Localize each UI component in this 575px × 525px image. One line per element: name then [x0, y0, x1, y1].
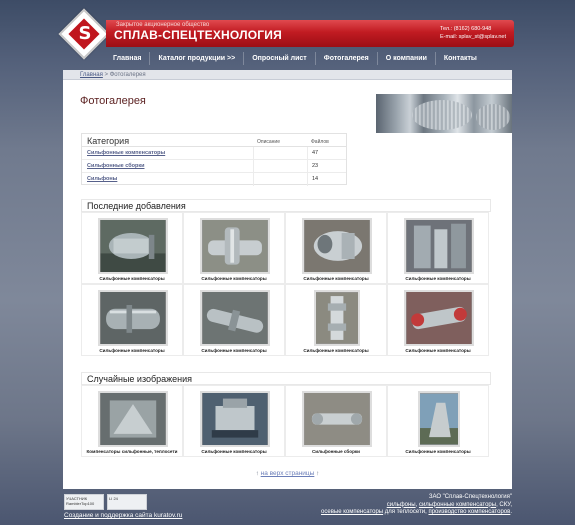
- footer-text: .: [510, 509, 512, 515]
- gallery-item: Сильфонные компенсаторы: [285, 284, 387, 356]
- category-count: 14: [312, 176, 319, 182]
- category-row: Сильфонные сборки 23: [82, 160, 346, 173]
- gallery-item: Компенсаторы сильфонные, теплосети: [81, 385, 183, 457]
- category-heading: Категория: [87, 136, 130, 146]
- gallery-caption: Сильфонные компенсаторы: [201, 276, 267, 281]
- gallery-item: Сильфонные компенсаторы: [81, 284, 183, 356]
- header-contacts: Тел.: (8162) 680-948 E-mail: splav_st@sp…: [440, 25, 506, 41]
- nav-item-about[interactable]: О компании: [378, 52, 436, 65]
- footer-info: ЗАО "Сплав-Спецтехнология" сильфоны, сил…: [252, 494, 512, 517]
- footer-line-3: осевые компенсаторы для теплосети, произ…: [252, 509, 512, 517]
- gallery-caption: Сильфонные компенсаторы: [99, 276, 165, 281]
- footer-link-bellows[interactable]: сильфоны: [387, 502, 416, 508]
- gallery-thumbnail[interactable]: [98, 290, 168, 346]
- gallery-item: Сильфонные компенсаторы: [285, 212, 387, 284]
- liveinternet-counter-badge[interactable]: LI 24: [107, 494, 147, 510]
- back-to-top-link[interactable]: на верх страницы: [261, 470, 315, 477]
- back-to-top: ↑ на верх страницы ↑: [63, 470, 512, 477]
- gallery-caption: Сильфонные компенсаторы: [303, 348, 369, 353]
- gallery-thumbnail[interactable]: [302, 218, 372, 274]
- gallery-thumbnail[interactable]: [200, 218, 270, 274]
- company-name: СПЛАВ-СПЕЦТЕХНОЛОГИЯ: [114, 28, 282, 42]
- gallery-thumbnail[interactable]: [200, 391, 270, 447]
- category-row: Сильфонные компенсаторы 47: [82, 147, 346, 160]
- breadcrumb-current: Фотогалерея: [109, 72, 146, 78]
- gallery-thumbnail[interactable]: [98, 218, 168, 274]
- footer-link-compensators[interactable]: сильфонные компенсаторы: [419, 502, 496, 508]
- gallery-thumbnail[interactable]: [418, 391, 460, 447]
- category-link[interactable]: Сильфонные компенсаторы: [87, 150, 165, 156]
- category-link[interactable]: Сильфонные сборки: [87, 163, 145, 169]
- nav-item-home[interactable]: Главная: [105, 52, 151, 65]
- breadcrumb-separator: >: [102, 72, 110, 78]
- column-files: Файлов: [311, 139, 329, 145]
- gallery-caption: Сильфонные компенсаторы: [405, 449, 471, 454]
- nav-item-questionnaire[interactable]: Опросный лист: [244, 52, 316, 65]
- gallery-item: Сильфонные компенсаторы: [183, 385, 285, 457]
- phone-text: Тел.: (8162) 680-948: [439, 26, 492, 32]
- gallery-caption: Сильфонные компенсаторы: [201, 348, 267, 353]
- random-images-heading: Случайные изображения: [81, 372, 491, 385]
- gallery-thumbnail[interactable]: [200, 290, 270, 346]
- category-count: 47: [312, 150, 319, 156]
- gallery-caption: Сильфонные компенсаторы: [405, 276, 471, 281]
- nav-item-contacts[interactable]: Контакты: [436, 52, 485, 65]
- footer-link-axial[interactable]: осевые компенсаторы: [321, 509, 383, 515]
- hero-image: [376, 94, 512, 133]
- nav-item-catalog[interactable]: Каталог продукции >>: [150, 52, 245, 65]
- developer-link[interactable]: Создание и поддержка сайта kuratov.ru: [64, 512, 182, 519]
- category-table: Категория Описание Файлов Сильфонные ком…: [81, 133, 347, 186]
- gallery-item: Сильфонные компенсаторы: [183, 284, 285, 356]
- category-table-header: Категория Описание Файлов: [82, 134, 346, 147]
- gallery-caption: Сильфонные сборки: [311, 449, 361, 454]
- latest-grid: Сильфонные компенсаторы Сильфонные компе…: [81, 212, 489, 356]
- rambler-counter-badge[interactable]: УЧАСТНИК RamblerTop100: [64, 494, 104, 510]
- footer-text: , СКУ,: [496, 501, 512, 508]
- up-arrow-icon: ↑: [255, 470, 259, 477]
- footer-line-2: сильфоны, сильфонные компенсаторы, СКУ,: [386, 501, 512, 508]
- gallery-caption: Компенсаторы сильфонные, теплосети: [86, 449, 178, 454]
- footer-text: для теплосети,: [383, 509, 429, 515]
- gallery-caption: Сильфонные компенсаторы: [405, 348, 471, 353]
- gallery-thumbnail[interactable]: [98, 391, 168, 447]
- random-grid: Компенсаторы сильфонные, теплосети Сильф…: [81, 385, 489, 457]
- footer-link-production[interactable]: производство компенсаторов: [428, 509, 510, 515]
- category-count: 23: [312, 163, 319, 169]
- nav-item-gallery[interactable]: Фотогалерея: [316, 52, 378, 65]
- email-text[interactable]: E-mail: splav_st@splav.net: [440, 33, 506, 41]
- latest-additions-heading: Последние добавления: [81, 199, 491, 212]
- page-title: Фотогалерея: [80, 95, 146, 107]
- column-description: Описание: [257, 139, 281, 145]
- category-link[interactable]: Сильфоны: [87, 176, 117, 182]
- content-panel: Фотогалерея Категория Описание Файлов Си…: [63, 80, 512, 489]
- gallery-item: Сильфонные компенсаторы: [81, 212, 183, 284]
- up-arrow-icon: ↑: [316, 470, 320, 477]
- gallery-item: Сильфонные компенсаторы: [387, 385, 489, 457]
- gallery-thumbnail[interactable]: [314, 290, 360, 346]
- logo-glyph-icon: S: [78, 23, 92, 44]
- gallery-thumbnail[interactable]: [302, 391, 372, 447]
- gallery-caption: Сильфонные компенсаторы: [99, 348, 165, 353]
- site-header: S Закрытое акционерное общество СПЛАВ-СП…: [58, 8, 514, 60]
- breadcrumb-home-link[interactable]: Главная: [80, 72, 103, 78]
- gallery-caption: Сильфонные компенсаторы: [201, 449, 267, 454]
- gallery-item: Сильфонные компенсаторы: [183, 212, 285, 284]
- gallery-thumbnail[interactable]: [404, 290, 474, 346]
- gallery-item: Сильфонные компенсаторы: [387, 284, 489, 356]
- breadcrumb: Главная > Фотогалерея: [63, 70, 512, 80]
- footer-company: ЗАО "Сплав-Спецтехнология": [428, 494, 512, 500]
- gallery-caption: Сильфонные компенсаторы: [303, 276, 369, 281]
- gallery-thumbnail[interactable]: [404, 218, 474, 274]
- gallery-item: Сильфонные сборки: [285, 385, 387, 457]
- gallery-item: Сильфонные компенсаторы: [387, 212, 489, 284]
- category-row: Сильфоны 14: [82, 173, 346, 186]
- main-nav: Главная Каталог продукции >> Опросный ли…: [105, 52, 515, 65]
